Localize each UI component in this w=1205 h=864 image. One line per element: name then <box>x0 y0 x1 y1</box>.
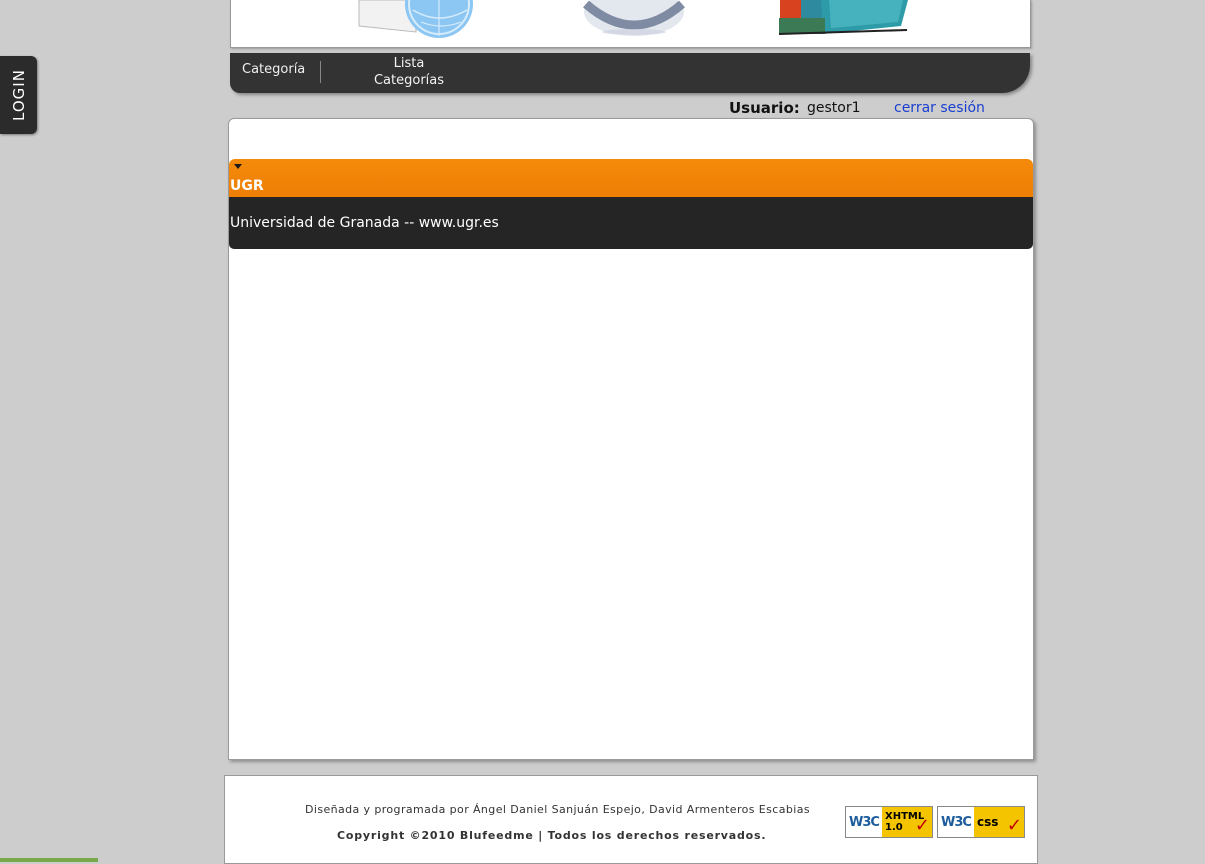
w3c-logo: W3C <box>938 807 974 837</box>
disc-icon <box>583 0 685 36</box>
checkmark-icon: ✓ <box>914 815 930 836</box>
category-body: Universidad de Granada -- www.ugr.es <box>229 197 1033 249</box>
w3c-xhtml-badge[interactable]: W3C XHTML 1.0 ✓ <box>845 806 933 838</box>
category-title: UGR <box>230 178 264 194</box>
nav-item-categoria[interactable]: Categoría <box>242 61 305 78</box>
nav-item-lista-categorias[interactable]: Lista Categorías <box>368 55 450 89</box>
nav-item-lista-line2: Categorías <box>373 73 445 88</box>
content-panel: UGR Universidad de Granada -- www.ugr.es <box>228 118 1034 760</box>
checkmark-icon: ✓ <box>1006 815 1022 836</box>
nav-separator <box>320 61 321 83</box>
nav-item-lista-line1: Lista <box>393 56 425 71</box>
login-tab[interactable]: LOGIN <box>0 56 37 134</box>
login-tab-label: LOGIN <box>9 69 28 121</box>
footer-copyright: Copyright ©2010 Blufeedme | Todos los de… <box>337 829 767 842</box>
footer-credits: Diseñada y programada por Ángel Daniel S… <box>305 803 810 816</box>
main-nav: Categoría Lista Categorías <box>230 53 1030 93</box>
logout-link[interactable]: cerrar sesión <box>894 100 985 116</box>
globe-document-icon <box>358 0 473 38</box>
footer: Diseñada y programada por Ángel Daniel S… <box>224 775 1038 864</box>
header-banner <box>230 0 1031 48</box>
user-label: Usuario: <box>729 99 800 117</box>
category-header[interactable]: UGR <box>229 159 1033 197</box>
caret-down-icon[interactable] <box>234 164 242 169</box>
books-icon <box>778 0 908 35</box>
taskbar-strip <box>0 858 98 862</box>
user-name: gestor1 <box>807 100 861 116</box>
w3c-logo: W3C <box>846 807 882 837</box>
w3c-css-badge[interactable]: W3C css ✓ <box>937 806 1025 838</box>
category-description: Universidad de Granada -- www.ugr.es <box>230 215 499 231</box>
